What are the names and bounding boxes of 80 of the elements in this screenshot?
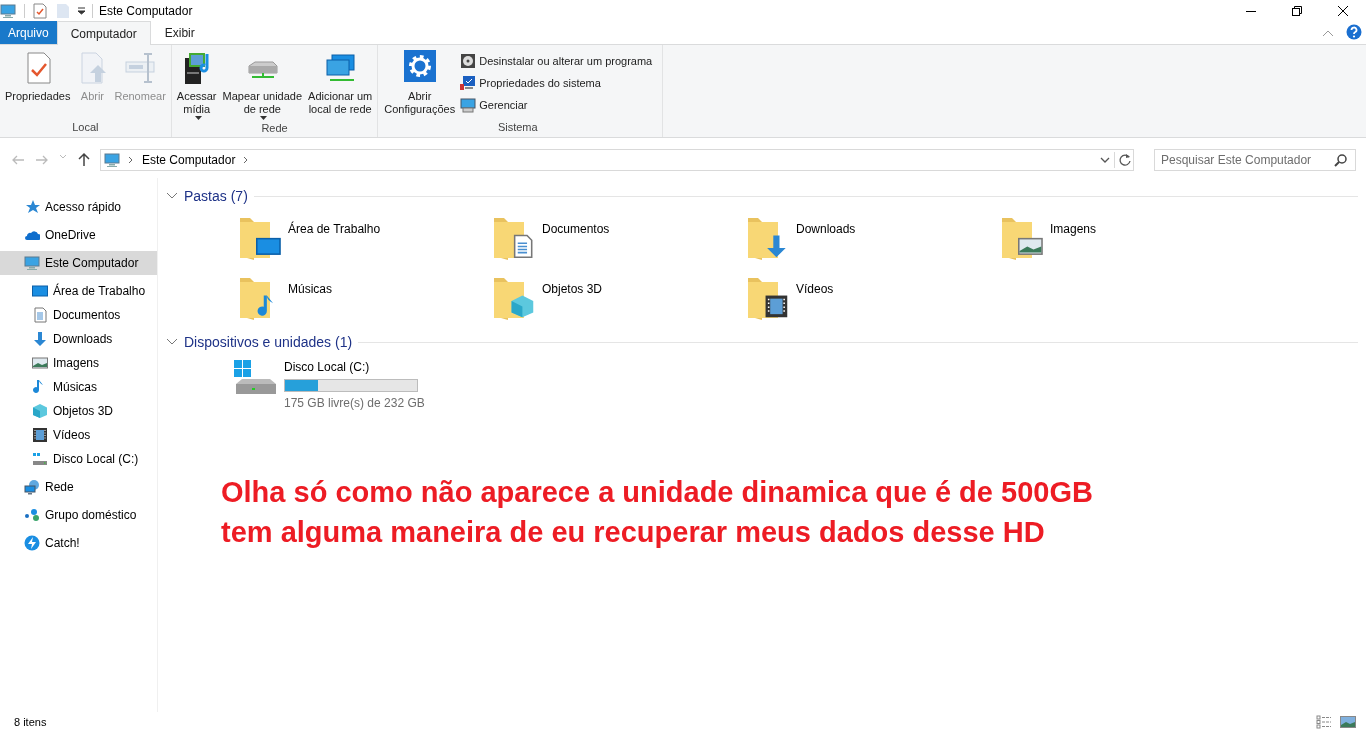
group-label: Sistema bbox=[496, 120, 539, 135]
item-count: 8 itens bbox=[14, 714, 47, 730]
ribbon-tab[interactable]: Exibir bbox=[150, 21, 209, 44]
section-header[interactable]: Pastas (7) bbox=[184, 185, 248, 207]
ribbon-button[interactable]: Mapear unidade de rede bbox=[219, 48, 306, 120]
settings-icon bbox=[403, 50, 436, 84]
folder-label[interactable]: Imagens bbox=[1050, 220, 1097, 238]
close-icon bbox=[1338, 6, 1348, 16]
annotation-text: Olha só como não aparece a unidade dinamica que é de 500GB tem alguma maneira de eu recuperar meus dados desse HD bbox=[220, 475, 1094, 550]
sidebar-item[interactable]: Rede bbox=[0, 475, 157, 499]
picture-icon bbox=[32, 355, 48, 371]
monitor-icon bbox=[24, 255, 40, 271]
sidebar-item[interactable]: Downloads bbox=[0, 327, 157, 351]
refresh-icon bbox=[1114, 152, 1133, 168]
sidebar-item[interactable]: OneDrive bbox=[0, 223, 157, 247]
sidebar-item[interactable]: Este Computador bbox=[0, 251, 157, 275]
sidebar-item[interactable]: Área de Trabalho bbox=[0, 279, 157, 303]
program-disc-icon bbox=[460, 53, 477, 69]
sidebar-item[interactable]: Objetos 3D bbox=[0, 399, 157, 423]
rename-field-icon bbox=[124, 50, 157, 84]
ribbon-button[interactable]: Desinstalar ou alterar um programa bbox=[458, 50, 655, 72]
desktop-icon bbox=[32, 283, 48, 299]
cube-icon bbox=[32, 403, 48, 419]
search-field[interactable]: Pesquisar Este Computador bbox=[1154, 149, 1356, 171]
down-arrow-icon bbox=[32, 331, 48, 347]
group-label: Rede bbox=[260, 121, 289, 136]
capacity-text: 175 GB livre(s) de 232 GB bbox=[284, 395, 425, 412]
folder-label[interactable]: Objetos 3D bbox=[542, 280, 603, 298]
ribbon-button[interactable]: Propriedades do sistema bbox=[458, 72, 655, 94]
folder-label[interactable]: Músicas bbox=[288, 280, 332, 298]
details-view-icon[interactable] bbox=[1316, 715, 1332, 729]
sidebar-item[interactable]: Disco Local (C:) bbox=[0, 447, 157, 471]
ribbon-button[interactable]: Acessar mídia bbox=[173, 48, 220, 120]
large-icons-view-icon[interactable] bbox=[1340, 715, 1356, 729]
sidebar-item[interactable]: Músicas bbox=[0, 375, 157, 399]
section-header[interactable]: Dispositivos e unidades (1) bbox=[184, 331, 353, 353]
monitor-icon bbox=[104, 152, 122, 168]
dropdown-caret-icon[interactable] bbox=[77, 7, 86, 15]
sidebar-item[interactable]: Catch! bbox=[0, 531, 157, 555]
help-icon[interactable] bbox=[1346, 24, 1362, 40]
ribbon-button[interactable]: Propriedades bbox=[2, 48, 74, 119]
chevron-down-icon[interactable] bbox=[166, 337, 178, 347]
network-globe-icon bbox=[24, 479, 40, 495]
ribbon-tab[interactable]: Computador bbox=[56, 21, 151, 45]
ribbon-button[interactable]: Gerenciar bbox=[458, 94, 655, 116]
ribbon-button[interactable]: Adicionar um local de rede bbox=[305, 48, 376, 120]
sidebar-item[interactable]: Documentos bbox=[0, 303, 157, 327]
group-label: Local bbox=[71, 120, 100, 135]
document-icon bbox=[32, 307, 48, 323]
dropdown-caret-icon bbox=[260, 116, 268, 120]
drive-label[interactable]: Disco Local (C:) bbox=[284, 358, 425, 376]
checklist-icon[interactable] bbox=[33, 3, 47, 19]
drive-icon bbox=[32, 451, 48, 467]
film-icon bbox=[32, 427, 48, 443]
lightning-icon bbox=[24, 535, 40, 551]
folder-label[interactable]: Vídeos bbox=[796, 280, 834, 298]
sidebar-item[interactable]: Acesso rápido bbox=[0, 195, 157, 219]
computer-manage-icon bbox=[460, 97, 477, 113]
up-arrow-icon[interactable] bbox=[76, 152, 92, 168]
dropdown-caret-icon bbox=[1099, 155, 1111, 165]
sidebar-item[interactable]: Vídeos bbox=[0, 423, 157, 447]
sidebar-item[interactable]: Imagens bbox=[0, 351, 157, 375]
window-title: Este Computador bbox=[99, 3, 193, 20]
address-bar[interactable]: Este Computador bbox=[100, 149, 1134, 171]
minimize-icon bbox=[1246, 10, 1256, 12]
file-tab[interactable]: Arquivo bbox=[0, 21, 57, 44]
ribbon-button[interactable]: Abrir Configurações bbox=[381, 48, 459, 119]
chevron-down-icon[interactable] bbox=[166, 191, 178, 201]
collapse-ribbon-icon[interactable] bbox=[1322, 29, 1334, 37]
monitor-icon bbox=[0, 3, 16, 19]
folder-label[interactable]: Documentos bbox=[542, 220, 610, 238]
restore-icon bbox=[1292, 6, 1302, 16]
people-dots-icon bbox=[24, 507, 40, 523]
sidebar-item[interactable]: Grupo doméstico bbox=[0, 503, 157, 527]
dropdown-caret-icon bbox=[194, 116, 202, 120]
folder-label[interactable]: Área de Trabalho bbox=[288, 220, 381, 238]
star-icon bbox=[24, 199, 40, 215]
folder-label[interactable]: Downloads bbox=[796, 220, 856, 238]
search-icon bbox=[1334, 153, 1348, 167]
monitor-check-icon bbox=[460, 75, 477, 91]
